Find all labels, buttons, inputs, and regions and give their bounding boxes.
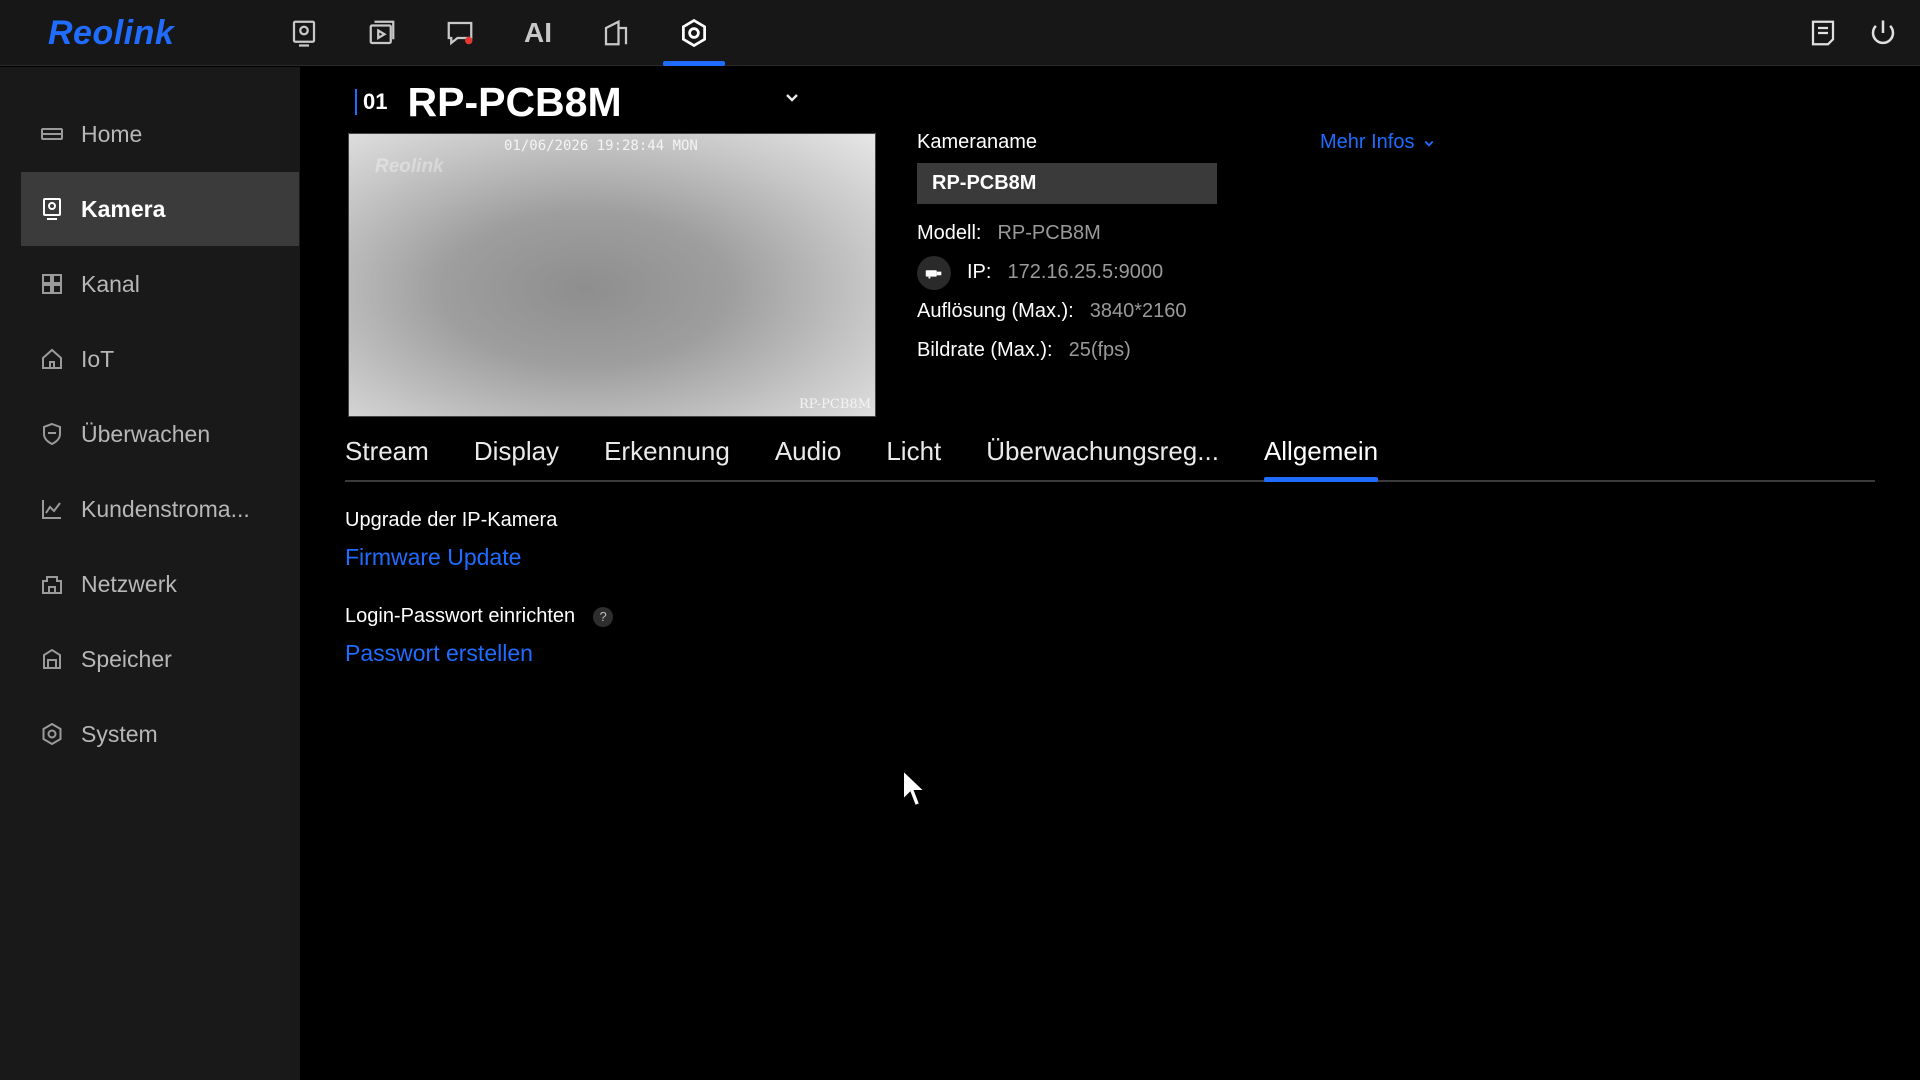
tab-stream[interactable]: Stream: [345, 422, 429, 480]
tab-audio[interactable]: Audio: [775, 422, 842, 480]
sidebar-item-label: Speicher: [81, 645, 172, 672]
tab-ueberwachungsregeln[interactable]: Überwachungsreg...: [986, 422, 1219, 480]
model-value: RP-PCB8M: [997, 222, 1101, 244]
firmware-update-link[interactable]: Firmware Update: [345, 544, 521, 571]
nav-device-button[interactable]: [577, 0, 655, 66]
ip-value: 172.16.25.5:9000: [1007, 261, 1164, 283]
shield-icon: [39, 421, 65, 447]
camera-name-label: Kameraname: [917, 131, 1038, 153]
resolution-row: Auflösung (Max.): 3840*2160: [917, 292, 1717, 331]
password-label-row: Login-Passwort einrichten ?: [345, 605, 614, 628]
sidebar-item-label: Netzwerk: [81, 570, 177, 597]
framerate-value: 25(fps): [1068, 339, 1131, 361]
upgrade-section: Upgrade der IP-Kamera Firmware Update: [345, 509, 557, 571]
sidebar-item-kamera[interactable]: Kamera: [21, 172, 299, 246]
house-icon: [39, 346, 65, 372]
sidebar-item-label: Home: [81, 120, 143, 147]
camera-monitor-icon: [292, 20, 316, 47]
log-icon[interactable]: [1808, 18, 1838, 48]
ip-label: IP:: [967, 261, 992, 283]
model-label: Modell:: [917, 222, 982, 244]
resolution-label: Auflösung (Max.):: [917, 300, 1074, 322]
sidebar-item-iot[interactable]: IoT: [21, 322, 299, 396]
sidebar: Home Kamera Kanal IoT Überwachen Kundens…: [0, 67, 300, 1080]
grid-icon: [39, 271, 65, 297]
camera-icon: [39, 196, 65, 222]
storage-icon: [39, 646, 65, 672]
camera-selector[interactable]: 01 RP-PCB8M: [355, 72, 622, 132]
upgrade-label: Upgrade der IP-Kamera: [345, 509, 558, 531]
page-title: RP-PCB8M: [407, 78, 622, 125]
top-navigation: AI: [265, 0, 733, 66]
settings-icon: [682, 18, 706, 48]
sidebar-item-kundenstrom[interactable]: Kundenstroma...: [21, 472, 299, 546]
framerate-label: Bildrate (Max.):: [917, 339, 1053, 361]
sidebar-item-label: IoT: [81, 345, 115, 372]
reolink-logo: Reolink: [48, 14, 175, 52]
camera-info: Kameraname Modell: RP-PCB8M IP: 172.16.2…: [917, 131, 1717, 370]
nav-playback-button[interactable]: [343, 0, 421, 66]
camera-name-input[interactable]: [917, 163, 1217, 204]
tab-licht[interactable]: Licht: [886, 422, 941, 480]
top-right-actions: [1808, 0, 1898, 66]
sidebar-item-label: Kamera: [81, 195, 166, 222]
nav-settings-button[interactable]: [655, 0, 733, 66]
tab-erkennung[interactable]: Erkennung: [604, 422, 730, 480]
password-section: Login-Passwort einrichten ? Passwort ers…: [345, 605, 614, 667]
gear-icon: [39, 721, 65, 747]
settings-tabs: Stream Display Erkennung Audio Licht Übe…: [345, 422, 1875, 482]
home-icon: [39, 121, 65, 147]
sidebar-item-netzwerk[interactable]: Netzwerk: [21, 547, 299, 621]
nav-alarm-button[interactable]: [421, 0, 499, 66]
sidebar-item-label: Überwachen: [81, 420, 211, 447]
sidebar-item-speicher[interactable]: Speicher: [21, 622, 299, 696]
tab-display[interactable]: Display: [474, 422, 559, 480]
create-password-link[interactable]: Passwort erstellen: [345, 640, 533, 667]
nav-preview-button[interactable]: [265, 0, 343, 66]
nav-ai-button[interactable]: AI: [499, 0, 577, 66]
sidebar-item-label: System: [81, 720, 158, 747]
osd-camera-name: RP-PCB8M: [798, 397, 871, 412]
resolution-value: 3840*2160: [1089, 300, 1187, 322]
ip-row: IP: 172.16.25.5:9000: [917, 253, 1717, 292]
sidebar-item-kanal[interactable]: Kanal: [21, 247, 299, 321]
help-icon[interactable]: ?: [593, 606, 614, 627]
tab-allgemein[interactable]: Allgemein: [1263, 422, 1379, 482]
ai-label: AI: [524, 17, 552, 48]
mouse-cursor-icon: [902, 768, 928, 808]
sidebar-item-label: Kundenstroma...: [81, 495, 250, 522]
osd-timestamp: 01/06/2026 19:28:44 MON: [504, 138, 698, 154]
chevron-down-icon: [1425, 140, 1434, 147]
more-info-button[interactable]: Mehr Infos: [1320, 131, 1438, 154]
alarm-chat-icon: [447, 21, 473, 46]
chart-icon: [39, 496, 65, 522]
network-icon: [39, 571, 65, 597]
playback-icon: [369, 20, 395, 45]
top-bar: Reolink AI: [0, 0, 1920, 66]
sidebar-item-ueberwachen[interactable]: Überwachen: [21, 397, 299, 471]
device-icon: [604, 19, 628, 46]
framerate-row: Bildrate (Max.): 25(fps): [917, 331, 1717, 370]
more-info-label: Mehr Infos: [1320, 131, 1415, 153]
model-row: Modell: RP-PCB8M: [917, 214, 1717, 253]
sidebar-item-system[interactable]: System: [21, 697, 299, 771]
channel-number: 01: [355, 89, 387, 115]
power-icon[interactable]: [1868, 18, 1898, 48]
camera-preview: 01/06/2026 19:28:44 MON Reolink RP-PCB8M: [348, 133, 876, 417]
ethernet-icon: [917, 255, 951, 290]
sidebar-item-label: Kanal: [81, 270, 140, 297]
main-content: 01 RP-PCB8M 01/06/2026 19:28:44 MON Reol…: [300, 67, 1920, 1080]
password-label: Login-Passwort einrichten: [345, 605, 576, 627]
chevron-down-icon[interactable]: [780, 85, 804, 109]
osd-logo: Reolink: [375, 156, 444, 177]
sidebar-item-home[interactable]: Home: [21, 97, 299, 171]
